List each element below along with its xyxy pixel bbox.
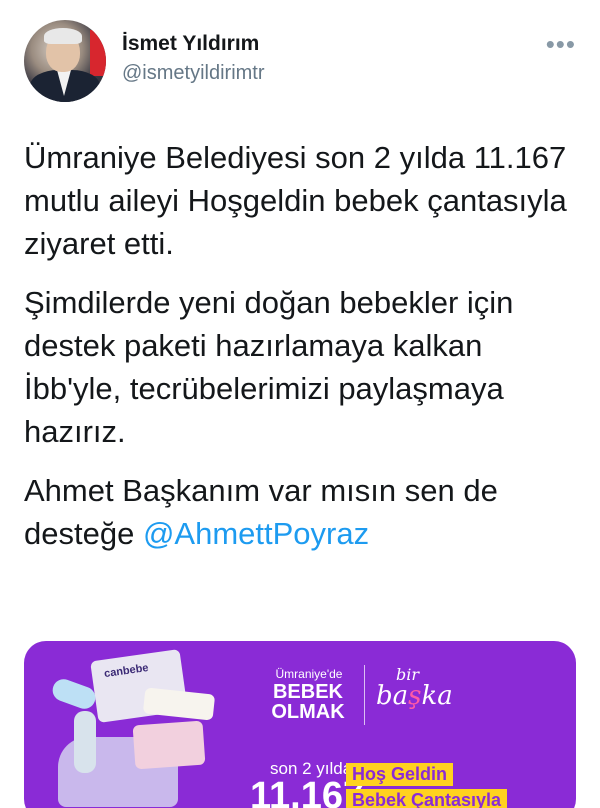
wipes-image (142, 687, 216, 721)
ad-subtitle: Ümraniye'de (275, 667, 343, 681)
tweet-text: Ümraniye Belediyesi son 2 yılda 11.167 m… (24, 136, 576, 571)
towel-image (132, 720, 206, 770)
tweet-media-image[interactable]: canbebe Ümraniye'de BEBEK OLMAK bir başk… (24, 641, 576, 808)
ad-title-line2: OLMAK (271, 701, 345, 723)
flag-decoration (90, 30, 106, 76)
tweet-paragraph-3: Ahmet Başkanım var mısın sen de desteğe … (24, 469, 576, 555)
tweet-header: İsmet Yıldırım @ismetyildirimtr ••• (24, 20, 576, 104)
ad-tag-line2: Bebek Çantasıyla (346, 789, 508, 808)
avatar-hair (44, 28, 82, 44)
logo-part-c: ka (421, 681, 453, 711)
logo-main-text: başka (376, 681, 453, 711)
tweet-paragraph-2: Şimdilerde yeni doğan bebekler için dest… (24, 285, 514, 449)
bottle-image (74, 711, 96, 773)
logo-part-b: ş (408, 681, 422, 711)
logo-part-a: ba (376, 681, 409, 711)
mention-link[interactable]: @AhmettPoyraz (143, 516, 369, 551)
tweet-paragraph-1: Ümraniye Belediyesi son 2 yılda 11.167 m… (24, 140, 567, 261)
author-name[interactable]: İsmet Yıldırım (122, 32, 259, 56)
avatar[interactable] (24, 20, 106, 102)
ad-divider (364, 665, 365, 725)
more-horizontal-icon[interactable]: ••• (546, 31, 576, 57)
toy-image (49, 676, 99, 712)
ad-tag-line1: Hoş Geldin (346, 763, 454, 786)
author-handle[interactable]: @ismetyildirimtr (122, 62, 265, 85)
